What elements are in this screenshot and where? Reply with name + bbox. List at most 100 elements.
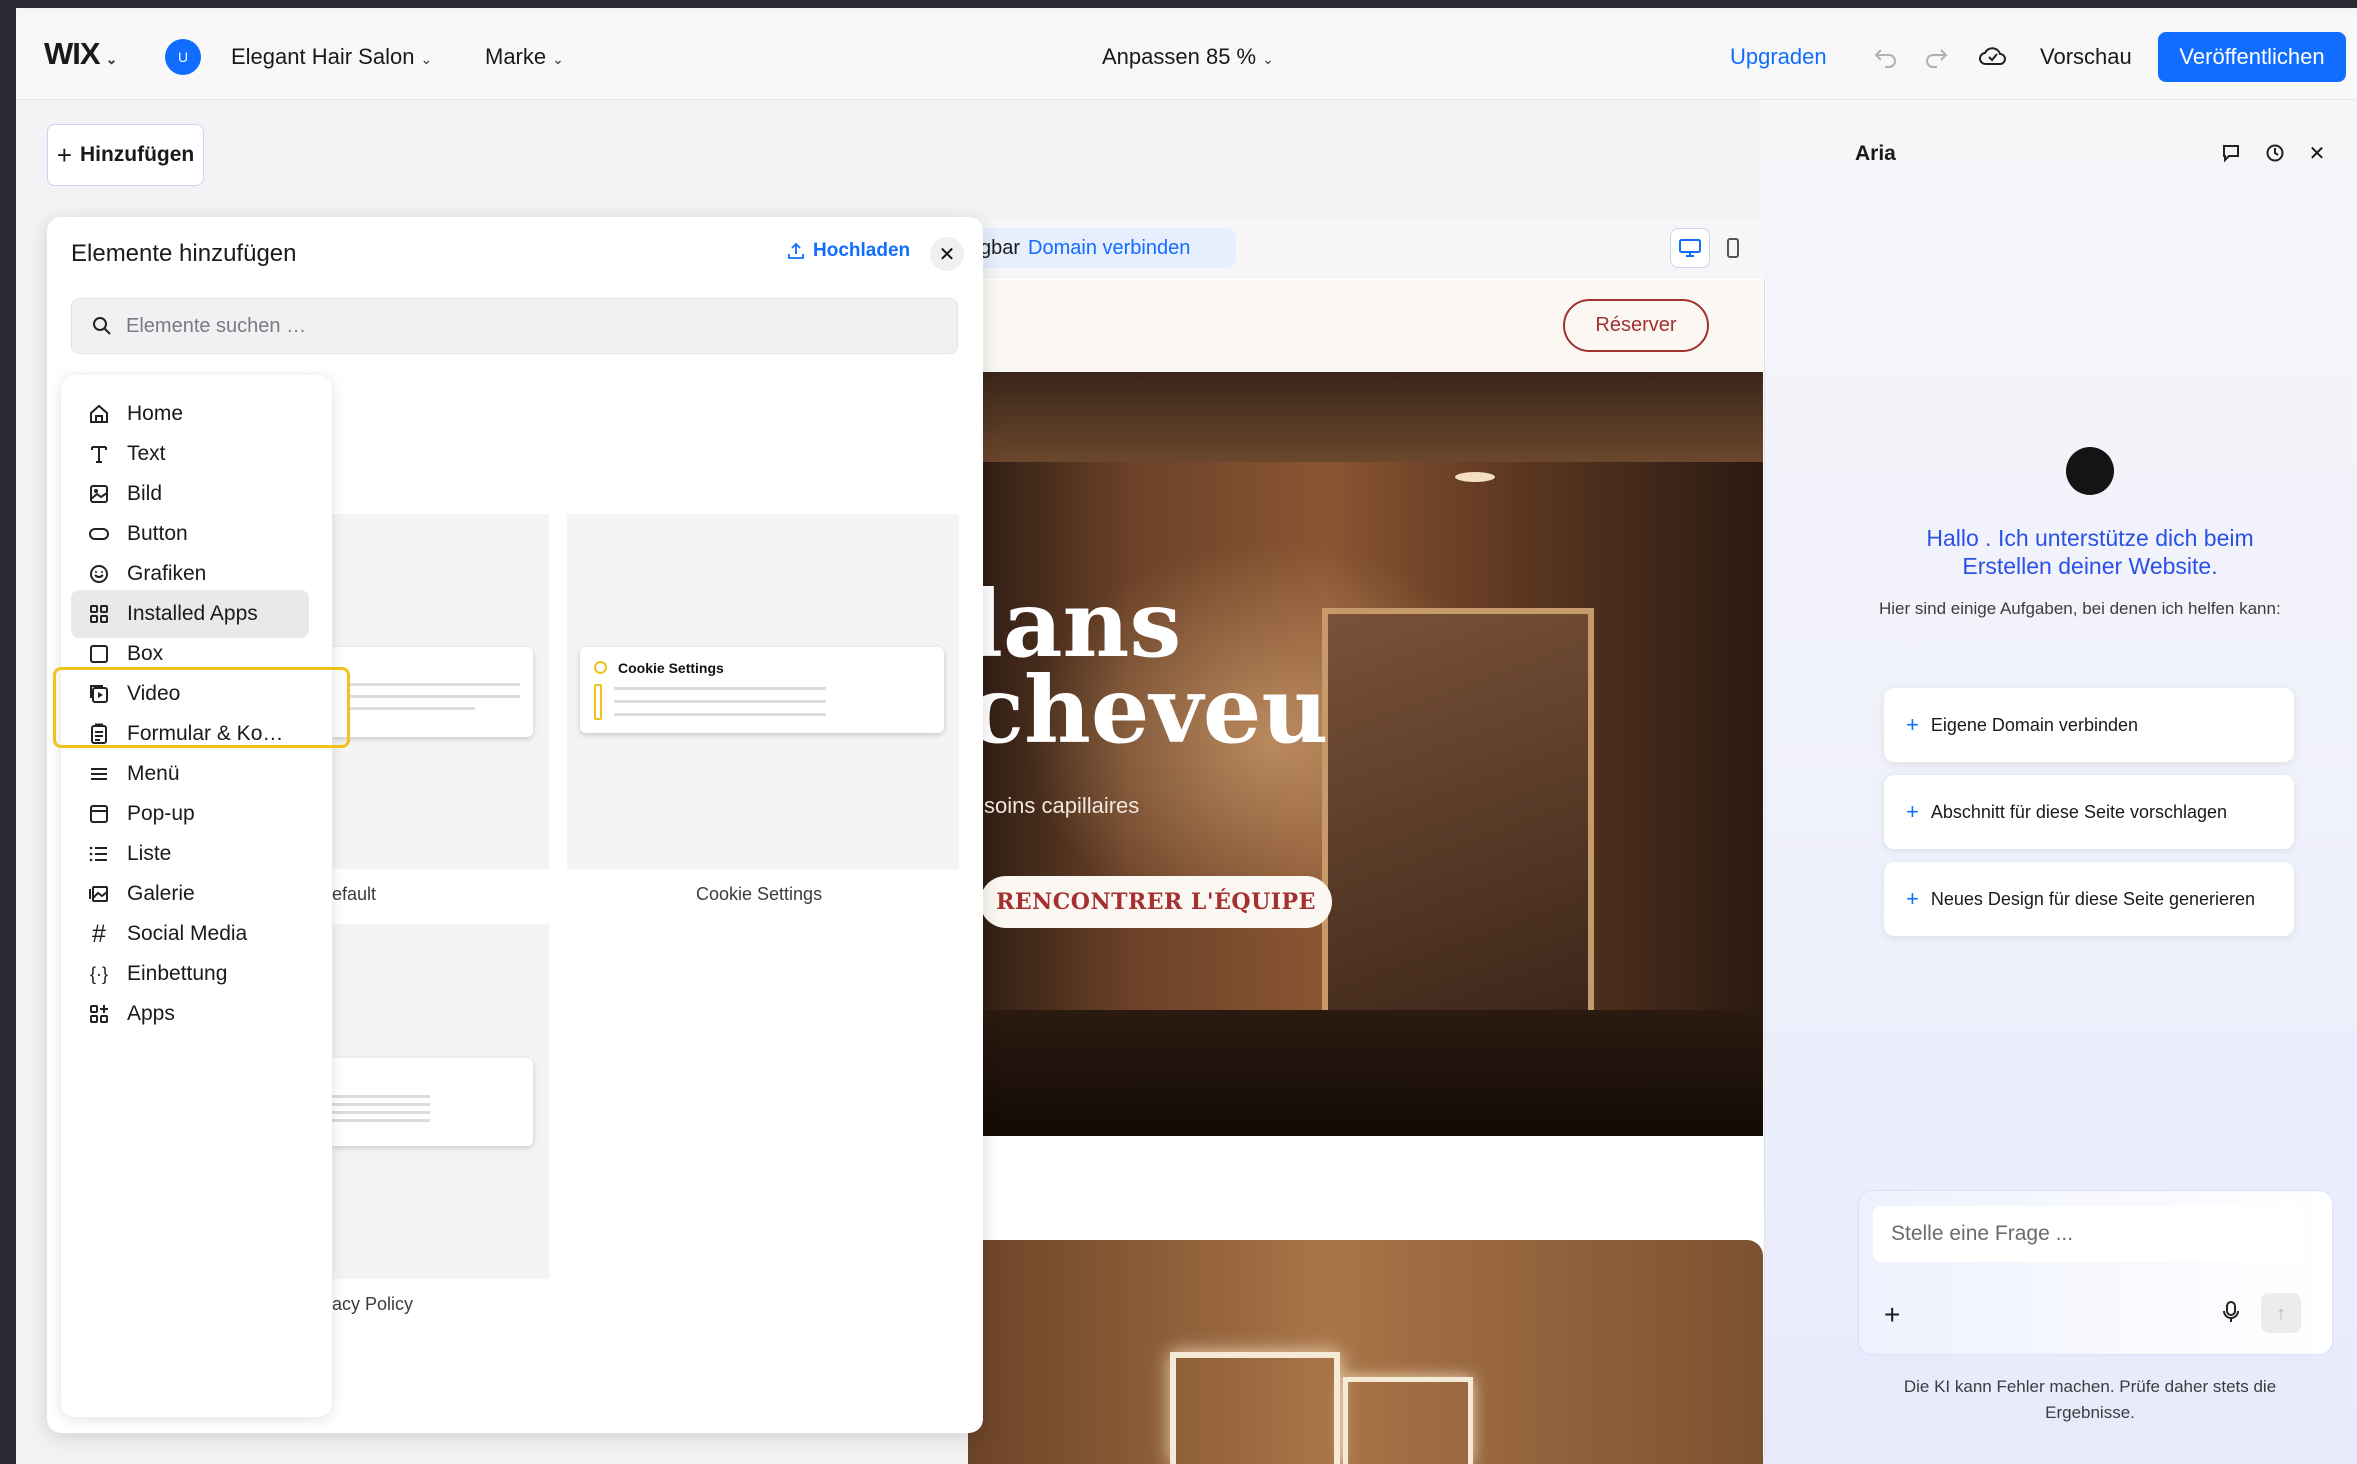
publish-button[interactable]: Veröffentlichen: [2158, 32, 2346, 82]
site-name-menu[interactable]: Elegant Hair Salon ⌄: [231, 44, 432, 70]
category-label: Pop-up: [127, 802, 195, 825]
lit-mirror: [1170, 1352, 1340, 1464]
reserve-button[interactable]: Réserver: [1563, 299, 1709, 352]
category-label: Liste: [127, 842, 172, 865]
category-label: Einbettung: [127, 962, 228, 985]
embed-icon: {·}: [89, 963, 109, 984]
chevron-down-icon: ⌄: [1262, 51, 1274, 67]
suggestion-label: Eigene Domain verbinden: [1930, 714, 2138, 735]
category-label: Social Media: [127, 922, 248, 945]
suggestion-label: Abschnitt für diese Seite vorschlagen: [1930, 801, 2228, 822]
list-icon: [87, 842, 111, 866]
template-card-preview: [332, 647, 533, 737]
image-icon: [87, 482, 111, 506]
hero-counter: [968, 1010, 1763, 1136]
placeholder-line: [350, 683, 520, 686]
placeholder-line: [332, 1095, 430, 1098]
undo-icon[interactable]: [1873, 44, 1899, 68]
brand-menu[interactable]: Marke ⌄: [485, 44, 564, 70]
upload-label: Hochladen: [813, 240, 911, 261]
user-avatar[interactable]: U: [165, 39, 201, 75]
category-label: Menü: [127, 762, 180, 785]
placeholder-line: [614, 713, 826, 716]
template-card-preview: [332, 1058, 533, 1146]
placeholder-line: [332, 1103, 430, 1106]
site-section-gap: [968, 1136, 1763, 1240]
plus-icon: +: [1906, 799, 1919, 824]
chevron-down-icon: ⌄: [420, 51, 433, 67]
window-left-edge: [0, 0, 16, 1464]
smiley-icon: [87, 562, 111, 586]
wix-logo-menu[interactable]: WIX ⌄: [44, 36, 118, 72]
upload-button[interactable]: Hochladen: [787, 240, 910, 262]
plus-icon: +: [1906, 712, 1919, 737]
category-label: Grafiken: [127, 562, 207, 585]
popup-icon: [87, 802, 111, 826]
meet-team-button[interactable]: RENCONTRER L'ÉQUIPE: [980, 876, 1332, 928]
placeholder-line: [350, 695, 520, 698]
grid-apps-icon: [87, 602, 111, 626]
placeholder-line: [332, 1119, 430, 1122]
suggestion-new-design[interactable]: + Neues Design für diese Seite generiere…: [1884, 862, 2294, 936]
hero-title-line-2: cheveu: [968, 656, 1329, 764]
template-card-label: acy Policy: [332, 1294, 414, 1314]
connect-domain-link[interactable]: Domain verbinden: [1028, 237, 1190, 260]
microphone-icon[interactable]: [2221, 1300, 2241, 1324]
brand-menu-label: Marke: [485, 44, 547, 69]
chat-icon[interactable]: [2219, 141, 2243, 165]
attach-plus-icon[interactable]: +: [1884, 1299, 1900, 1331]
placeholder-line: [350, 707, 475, 710]
upload-icon: [787, 242, 805, 260]
category-menu: Home Text Bild Button Grafiken Installed…: [61, 375, 332, 1417]
search-icon: [92, 316, 112, 336]
home-icon: [87, 402, 111, 426]
close-icon[interactable]: ✕: [2305, 141, 2329, 165]
suggestion-suggest-section[interactable]: + Abschnitt für diese Seite vorschlagen: [1884, 775, 2294, 849]
placeholder-line: [614, 700, 826, 703]
suggestion-connect-domain[interactable]: + Eigene Domain verbinden: [1884, 688, 2294, 762]
wix-logo: WIX: [44, 36, 101, 71]
category-label: Home: [127, 402, 184, 425]
send-arrow-icon[interactable]: ↑: [2261, 1293, 2301, 1333]
chevron-down-icon: ⌄: [105, 51, 118, 67]
hero-subtitle: soins capillaires: [984, 793, 1140, 818]
preview-button[interactable]: Vorschau: [2040, 44, 2132, 70]
cookie-icon: [594, 661, 607, 674]
aria-hint: Hier sind einige Aufgaben, bei denen ich…: [1879, 599, 2281, 618]
lit-mirror: [1343, 1377, 1473, 1464]
apps-icon: [87, 1002, 111, 1026]
gallery-icon: [87, 882, 111, 906]
template-card-label: Cookie Settings: [696, 884, 823, 904]
cloud-save-icon[interactable]: [1978, 43, 2008, 69]
category-label: Apps: [127, 1002, 175, 1025]
upgrade-link[interactable]: Upgraden: [1730, 44, 1827, 70]
category-label: Box: [127, 642, 164, 665]
redo-icon[interactable]: [1923, 44, 1949, 68]
plus-icon: +: [1906, 886, 1919, 911]
category-label: Galerie: [127, 882, 195, 905]
element-search[interactable]: [71, 298, 958, 354]
plus-icon: +: [56, 139, 72, 170]
window-top-bar: [0, 0, 2357, 8]
category-label: Text: [127, 442, 166, 465]
search-input[interactable]: [126, 314, 826, 338]
menu-icon: [87, 762, 111, 786]
add-elements-button[interactable]: + Hinzufügen: [47, 124, 204, 186]
mobile-view-icon[interactable]: [1718, 228, 1748, 268]
zoom-menu[interactable]: Anpassen 85 % ⌄: [1102, 44, 1274, 70]
ceiling-light: [1455, 472, 1495, 482]
chat-input[interactable]: [1873, 1206, 2303, 1262]
selection-highlight: [53, 667, 350, 748]
history-icon[interactable]: [2263, 141, 2287, 165]
text-icon: [87, 442, 111, 466]
category-label: Button: [127, 522, 188, 545]
placeholder-line: [332, 1111, 430, 1114]
domain-banner: gbar Domain verbinden: [968, 228, 1236, 268]
close-panel-icon[interactable]: ✕: [930, 237, 964, 271]
box-icon: [87, 642, 111, 666]
suggestion-label: Neues Design für diese Seite generieren: [1930, 888, 2256, 909]
category-apps[interactable]: Apps: [71, 990, 311, 1038]
add-elements-label: Hinzufügen: [79, 143, 195, 166]
category-label: Bild: [127, 482, 163, 505]
desktop-view-icon[interactable]: [1670, 228, 1710, 268]
